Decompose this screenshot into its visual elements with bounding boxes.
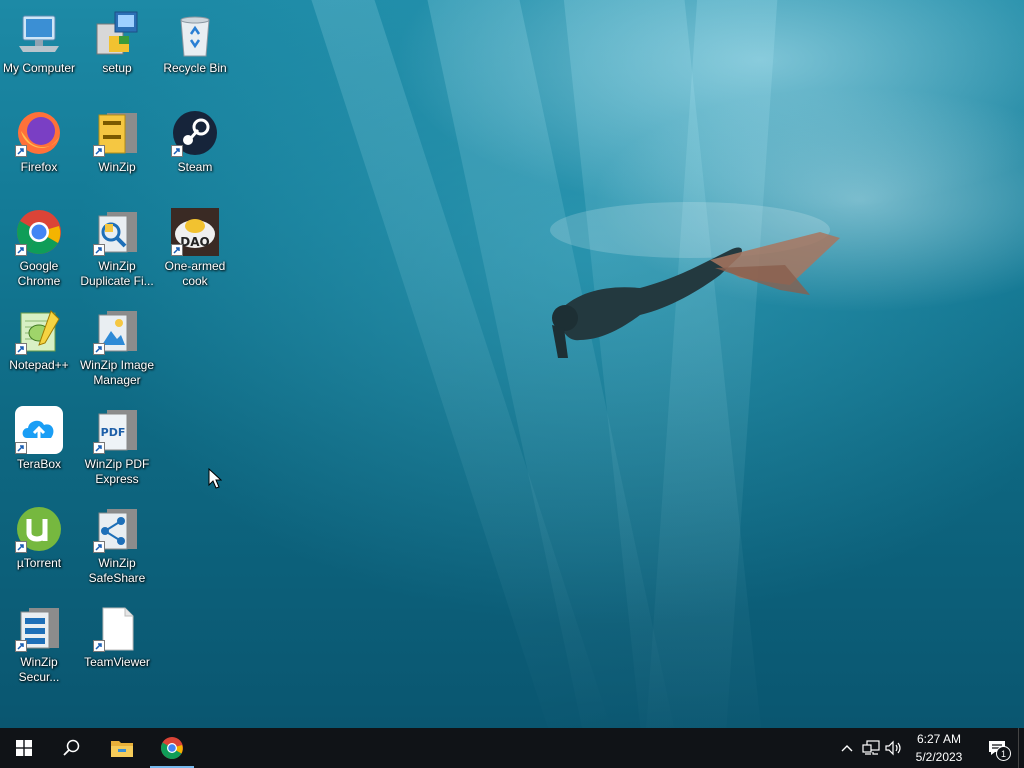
- shortcut-arrow-icon: [93, 343, 105, 355]
- chrome-icon: [15, 208, 63, 256]
- desktop-icon-winzip-pdf-express[interactable]: PDF WinZip PDF Express: [78, 400, 156, 492]
- tray-overflow-button[interactable]: [837, 738, 857, 758]
- freediver-silhouette: [550, 202, 840, 358]
- winzip-secure-backup-icon: [15, 604, 63, 652]
- shortcut-arrow-icon: [93, 541, 105, 553]
- desktop-icon-one-armed-cook[interactable]: DAO One-armed cook: [156, 202, 234, 294]
- network-icon: [862, 740, 880, 755]
- tray-network[interactable]: [861, 738, 881, 758]
- desktop-icon-google-chrome[interactable]: Google Chrome: [0, 202, 78, 294]
- desktop-icon-label: WinZip Secur...: [18, 655, 60, 684]
- desktop-icon-label: Firefox: [20, 160, 58, 174]
- winzip-image-manager-icon: [93, 307, 141, 355]
- shortcut-arrow-icon: [171, 244, 183, 256]
- desktop-icon-label: TeraBox: [16, 457, 62, 471]
- desktop-icon-winzip-safeshare[interactable]: WinZip SafeShare: [78, 499, 156, 591]
- desktop-icon-label: WinZip PDF Express: [84, 457, 150, 486]
- volume-icon: [885, 740, 901, 756]
- svg-text:DAO: DAO: [180, 235, 209, 249]
- show-desktop-button[interactable]: [1018, 728, 1024, 768]
- shortcut-arrow-icon: [15, 145, 27, 157]
- teamviewer-blank-file-icon: [93, 604, 141, 652]
- start-button[interactable]: [0, 728, 48, 768]
- taskbar-clock[interactable]: 6:27 AM 5/2/2023: [904, 730, 974, 766]
- desktop-icon-label: WinZip: [98, 160, 136, 174]
- winzip-safeshare-icon: [93, 505, 141, 553]
- winzip-icon: [93, 109, 141, 157]
- desktop-icon-label: WinZip SafeShare: [88, 556, 146, 585]
- search-icon: [63, 739, 80, 756]
- desktop-icon-my-computer[interactable]: My Computer: [0, 4, 78, 96]
- chevron-up-icon: [841, 745, 853, 752]
- desktop-icon-terabox[interactable]: TeraBox: [0, 400, 78, 492]
- chrome-icon: [161, 737, 183, 759]
- one-armed-cook-game-icon: DAO: [171, 208, 219, 256]
- desktop-icon-label: WinZip Image Manager: [79, 358, 155, 387]
- taskbar: 6:27 AM 5/2/2023 1: [0, 728, 1024, 768]
- desktop-icon-label: Google Chrome: [17, 259, 61, 288]
- desktop-icon-steam[interactable]: Steam: [156, 103, 234, 195]
- desktop-icon-label: Steam: [177, 160, 213, 174]
- desktop-icon-setup[interactable]: setup: [78, 4, 156, 96]
- shortcut-arrow-icon: [15, 541, 27, 553]
- desktop-icon-winzip-image-manager[interactable]: WinZip Image Manager: [78, 301, 156, 393]
- winzip-duplicate-finder-icon: [93, 208, 141, 256]
- shortcut-arrow-icon: [15, 244, 27, 256]
- desktop-icon-recycle-bin[interactable]: Recycle Bin: [156, 4, 234, 96]
- mouse-pointer-icon: [208, 468, 222, 489]
- desktop-icon-label: µTorrent: [16, 556, 62, 570]
- desktop-icon-label: My Computer: [2, 61, 76, 75]
- recycle-bin-icon: [171, 10, 219, 58]
- search-button[interactable]: [48, 728, 96, 768]
- desktop-icon-teamviewer[interactable]: TeamViewer: [78, 598, 156, 690]
- desktop-icon-winzip-duplicate-finder[interactable]: WinZip Duplicate Fi...: [78, 202, 156, 294]
- action-center-button[interactable]: 1: [978, 728, 1016, 768]
- desktop-icon-label: Notepad++: [9, 358, 69, 372]
- shortcut-arrow-icon: [15, 343, 27, 355]
- desktop-icon-notepadplusplus[interactable]: Notepad++: [0, 301, 78, 393]
- terabox-icon: [15, 406, 63, 454]
- utorrent-icon: [15, 505, 63, 553]
- folder-icon: [111, 741, 133, 757]
- desktop-icon-label: One-armed cook: [164, 259, 226, 288]
- shortcut-arrow-icon: [93, 442, 105, 454]
- firefox-icon: [15, 109, 63, 157]
- svg-text:PDF: PDF: [101, 426, 126, 439]
- tray-volume[interactable]: [884, 738, 904, 758]
- steam-icon: [171, 109, 219, 157]
- setup-installer-icon: [93, 10, 141, 58]
- windows-start-icon: [16, 740, 32, 756]
- desktop-icon-winzip-secure-backup[interactable]: WinZip Secur...: [0, 598, 78, 690]
- desktop-icon-label: Recycle Bin: [163, 61, 227, 75]
- desktop-icon-firefox[interactable]: Firefox: [0, 103, 78, 195]
- notification-count-badge: 1: [996, 746, 1011, 761]
- desktop-icon-label: WinZip Duplicate Fi...: [80, 259, 154, 288]
- shortcut-arrow-icon: [15, 640, 27, 652]
- shortcut-arrow-icon: [171, 145, 183, 157]
- desktop-icon-label: TeamViewer: [84, 655, 150, 669]
- desktop-icon-utorrent[interactable]: µTorrent: [0, 499, 78, 591]
- clock-date: 5/2/2023: [915, 750, 963, 764]
- shortcut-arrow-icon: [93, 244, 105, 256]
- shortcut-arrow-icon: [15, 442, 27, 454]
- notepadplusplus-icon: [15, 307, 63, 355]
- computer-icon: [15, 10, 63, 58]
- taskbar-file-explorer[interactable]: [98, 728, 146, 768]
- taskbar-chrome[interactable]: [148, 728, 196, 768]
- shortcut-arrow-icon: [93, 640, 105, 652]
- desktop-icon-label: setup: [102, 61, 132, 75]
- winzip-pdf-express-icon: PDF: [93, 406, 141, 454]
- desktop-icon-winzip[interactable]: WinZip: [78, 103, 156, 195]
- shortcut-arrow-icon: [93, 145, 105, 157]
- clock-time: 6:27 AM: [916, 732, 962, 746]
